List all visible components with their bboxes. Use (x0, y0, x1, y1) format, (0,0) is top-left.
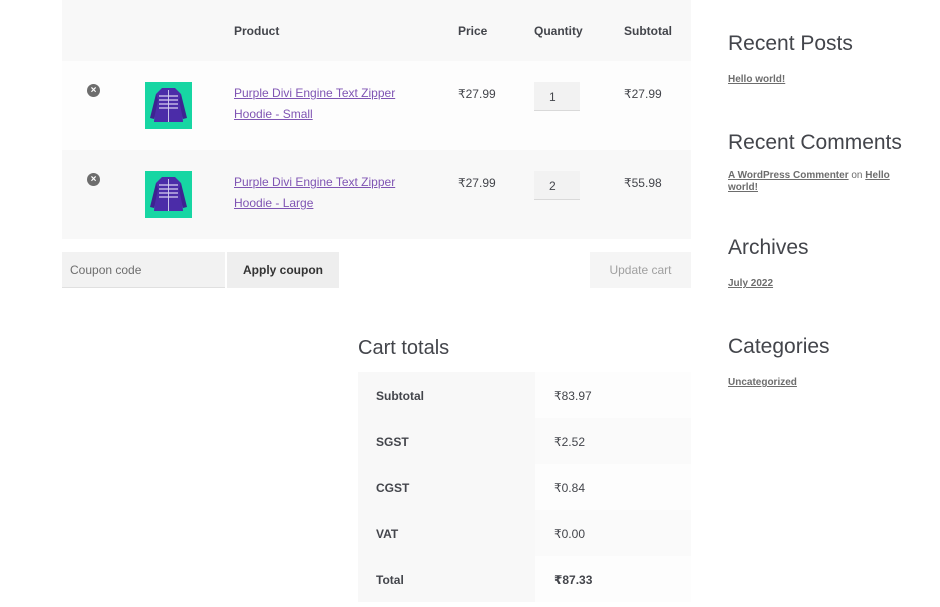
quantity-input[interactable]: 2 (534, 171, 580, 200)
totals-row: CGST ₹0.84 (358, 464, 691, 510)
hoodie-icon (150, 177, 187, 211)
archive-link[interactable]: July 2022 (728, 278, 773, 289)
product-thumbnail[interactable] (145, 82, 192, 129)
product-name-line: Hoodie - Large (234, 196, 314, 210)
categories-title: Categories (728, 335, 830, 358)
product-name-link[interactable]: Purple Divi Engine Text Zipper Hoodie - … (234, 172, 424, 214)
product-thumbnail[interactable] (145, 171, 192, 218)
quantity-input[interactable]: 1 (534, 82, 580, 111)
product-subtotal: ₹55.98 (624, 176, 662, 190)
category-link[interactable]: Uncategorized (728, 377, 797, 388)
recent-post-link[interactable]: Hello world! (728, 74, 785, 85)
coupon-code-input[interactable]: Coupon code (62, 252, 225, 288)
totals-label: VAT (358, 510, 535, 556)
recent-posts-title: Recent Posts (728, 32, 853, 55)
product-name-link[interactable]: Purple Divi Engine Text Zipper Hoodie - … (234, 83, 424, 125)
totals-value: ₹83.97 (535, 372, 691, 418)
totals-value: ₹2.52 (535, 418, 691, 464)
apply-coupon-button[interactable]: Apply coupon (227, 252, 339, 288)
totals-label: SGST (358, 418, 535, 464)
recent-comments-title: Recent Comments (728, 131, 902, 154)
cart-table-header: Product Price Quantity Subtotal (62, 0, 691, 61)
header-price: Price (458, 24, 488, 38)
update-cart-button[interactable]: Update cart (590, 252, 691, 288)
totals-label: Subtotal (358, 372, 535, 418)
cart-row: × Purple Divi Engine Text Zipper Hoodie … (62, 61, 691, 150)
product-price: ₹27.99 (458, 87, 496, 101)
totals-row: SGST ₹2.52 (358, 418, 691, 464)
product-name-line: Purple Divi Engine Text Zipper (234, 175, 396, 189)
product-name-line: Hoodie - Small (234, 107, 313, 121)
hoodie-icon (150, 88, 187, 122)
archives-title: Archives (728, 236, 809, 259)
cart-totals-table: Subtotal ₹83.97 SGST ₹2.52 CGST ₹0.84 VA… (358, 372, 691, 602)
totals-row: Total ₹87.33 (358, 556, 691, 602)
cart-totals-title: Cart totals (358, 337, 450, 359)
comment-on-text: on (851, 170, 863, 181)
totals-label: Total (358, 556, 535, 602)
header-subtotal: Subtotal (624, 24, 672, 38)
totals-label: CGST (358, 464, 535, 510)
header-product: Product (234, 24, 280, 38)
product-subtotal: ₹27.99 (624, 87, 662, 101)
totals-value: ₹0.84 (535, 464, 691, 510)
totals-value: ₹0.00 (535, 510, 691, 556)
totals-row: VAT ₹0.00 (358, 510, 691, 556)
cart-table: Product Price Quantity Subtotal × Purple… (62, 0, 691, 239)
product-price: ₹27.99 (458, 176, 496, 190)
header-quantity: Quantity (534, 24, 583, 38)
comment-author-link[interactable]: A WordPress Commenter (728, 170, 849, 181)
close-circle-icon[interactable]: × (87, 173, 100, 186)
totals-row: Subtotal ₹83.97 (358, 372, 691, 418)
product-name-line: Purple Divi Engine Text Zipper (234, 86, 396, 100)
close-circle-icon[interactable]: × (87, 84, 100, 97)
cart-row: × Purple Divi Engine Text Zipper Hoodie … (62, 150, 691, 239)
order-total-value: ₹87.33 (535, 556, 691, 602)
recent-comment-item: A WordPress Commenter on Hello world! (728, 170, 903, 194)
